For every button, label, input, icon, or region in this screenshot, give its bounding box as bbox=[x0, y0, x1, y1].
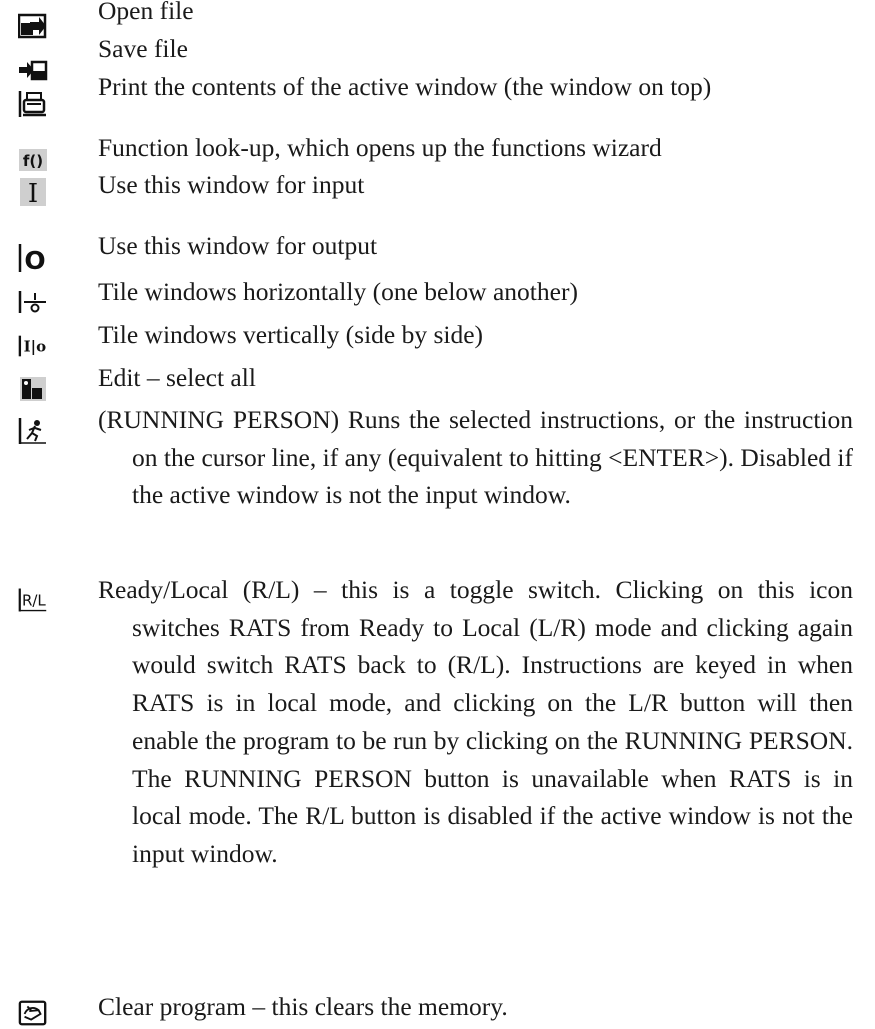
save-file-icon bbox=[18, 57, 48, 83]
tile-horizontal-icon bbox=[18, 289, 48, 315]
print-icon bbox=[18, 91, 48, 117]
clear-program-icon bbox=[18, 1000, 48, 1026]
function-glyph: f() bbox=[23, 152, 43, 170]
function-icon: f() bbox=[18, 147, 48, 173]
output-window-icon: O bbox=[18, 244, 48, 273]
input-glyph: I bbox=[28, 179, 38, 207]
item-description: Ready/Local (R/L) – this is a toggle swi… bbox=[98, 575, 853, 868]
output-glyph: O bbox=[24, 246, 45, 273]
item-description: Print the contents of the active window … bbox=[98, 72, 712, 101]
item-description: Use this window for input bbox=[98, 170, 365, 199]
tile-vertical-glyph: I|o bbox=[24, 338, 46, 356]
input-window-icon: I bbox=[18, 178, 48, 207]
running-person-icon bbox=[18, 418, 48, 444]
item-description: Save file bbox=[98, 34, 188, 63]
item-description: Tile windows vertically (side by side) bbox=[98, 320, 484, 349]
select-all-icon bbox=[18, 376, 48, 402]
ready-local-icon: R/L bbox=[18, 587, 48, 613]
item-description: Edit – select all bbox=[98, 363, 256, 392]
item-description: Function look-up, which opens up the fun… bbox=[98, 133, 662, 162]
item-description: Tile windows horizontally (one below ano… bbox=[98, 277, 578, 306]
open-file-icon bbox=[18, 13, 48, 39]
item-description: Use this window for output bbox=[98, 231, 378, 260]
item-description: Open file bbox=[98, 0, 194, 25]
item-description: Clear program – this clears the memory. bbox=[98, 992, 508, 1021]
tile-vertical-icon: I|o bbox=[18, 333, 48, 359]
ready-local-glyph: R/L bbox=[22, 591, 46, 609]
item-description: (RUNNING PERSON) Runs the selected instr… bbox=[98, 405, 853, 510]
